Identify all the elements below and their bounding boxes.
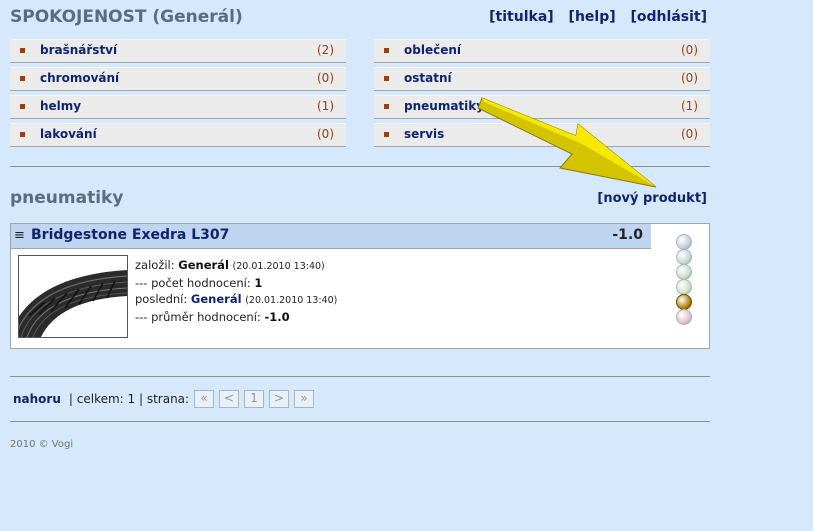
category-count: (1) [317,99,334,113]
category-count: (0) [317,71,334,85]
product-info: založil: Generál (20.01.2010 13:40) --- … [135,257,337,325]
created-by: Generál [178,258,229,272]
last-by[interactable]: Generál [191,292,242,306]
category-label: ostatní [404,71,452,85]
arrow-icon [477,97,657,188]
ratings-count: 1 [254,276,263,290]
created-date: (20.01.2010 13:40) [232,261,325,272]
product-card: ≡ Bridgestone Exedra L307 -1.0 založil: … [10,223,710,349]
prev-page-button[interactable]: < [219,390,240,408]
bullet-icon [20,76,25,81]
category-label: brašnářství [40,43,118,57]
next-page-button[interactable]: > [269,390,290,408]
category-item[interactable]: oblečení (0) [374,39,710,63]
last-label: poslední: [135,292,188,306]
rating-dot[interactable] [676,294,692,310]
link-help[interactable]: [help] [569,9,616,25]
category-count: (0) [317,127,334,141]
bullet-icon [384,104,389,109]
rating-dot[interactable] [676,249,692,265]
product-score: -1.0 [612,227,643,243]
avg-label: --- průměr hodnocení: [135,310,261,324]
category-label: oblečení [404,43,461,57]
bullet-icon [384,76,389,81]
product-name[interactable]: Bridgestone Exedra L307 [31,227,229,243]
first-page-button[interactable]: « [194,390,215,408]
divider [10,376,710,377]
rating-dot[interactable] [676,264,692,280]
category-item[interactable]: brašnářství (2) [10,39,346,63]
bullet-icon [20,48,25,53]
pager: nahoru | celkem: 1 | strana: « < 1 > » [13,390,315,408]
section-title: pneumatiky [10,188,124,208]
category-count: (2) [317,43,334,57]
category-count: (0) [681,43,698,57]
link-titulka[interactable]: [titulka] [489,9,554,25]
category-label: chromování [40,71,120,85]
rating-dot[interactable] [676,309,692,325]
created-label: založil: [135,258,175,272]
category-item[interactable]: chromování (0) [10,67,346,91]
menu-icon[interactable]: ≡ [14,228,25,243]
top-links: [titulka] [help] [odhlásit] [479,9,707,25]
new-product-link[interactable]: [nový produkt] [597,191,707,206]
pager-total: | celkem: 1 | strana: [68,392,190,406]
category-label: lakování [40,127,97,141]
last-page-button[interactable]: » [294,390,315,408]
avg-value: -1.0 [264,310,290,324]
footer-copyright: 2010 © Vogi [10,439,74,450]
bullet-icon [384,132,389,137]
category-count: (0) [681,71,698,85]
category-count: (0) [681,127,698,141]
category-item[interactable]: lakování (0) [10,123,346,147]
divider [10,421,710,422]
page-number-button[interactable]: 1 [244,390,265,408]
link-odhlasit[interactable]: [odhlásit] [631,9,707,25]
category-label: helmy [40,99,82,113]
last-date: (20.01.2010 13:40) [245,295,338,306]
category-item[interactable]: helmy (1) [10,95,346,119]
bullet-icon [20,132,25,137]
category-count: (1) [681,99,698,113]
bullet-icon [384,48,389,53]
page-title: SPOKOJENOST (Generál) [10,7,243,27]
bullet-icon [20,104,25,109]
category-label: servis [404,127,445,141]
rating-dot[interactable] [676,234,692,250]
category-list-left: brašnářství (2) chromování (0) helmy (1)… [10,39,346,151]
ratings-count-label: --- počet hodnocení: [135,276,251,290]
rating-dot[interactable] [676,279,692,295]
top-link[interactable]: nahoru [13,392,61,406]
product-header: ≡ Bridgestone Exedra L307 -1.0 [11,224,651,249]
product-image[interactable] [18,255,128,338]
